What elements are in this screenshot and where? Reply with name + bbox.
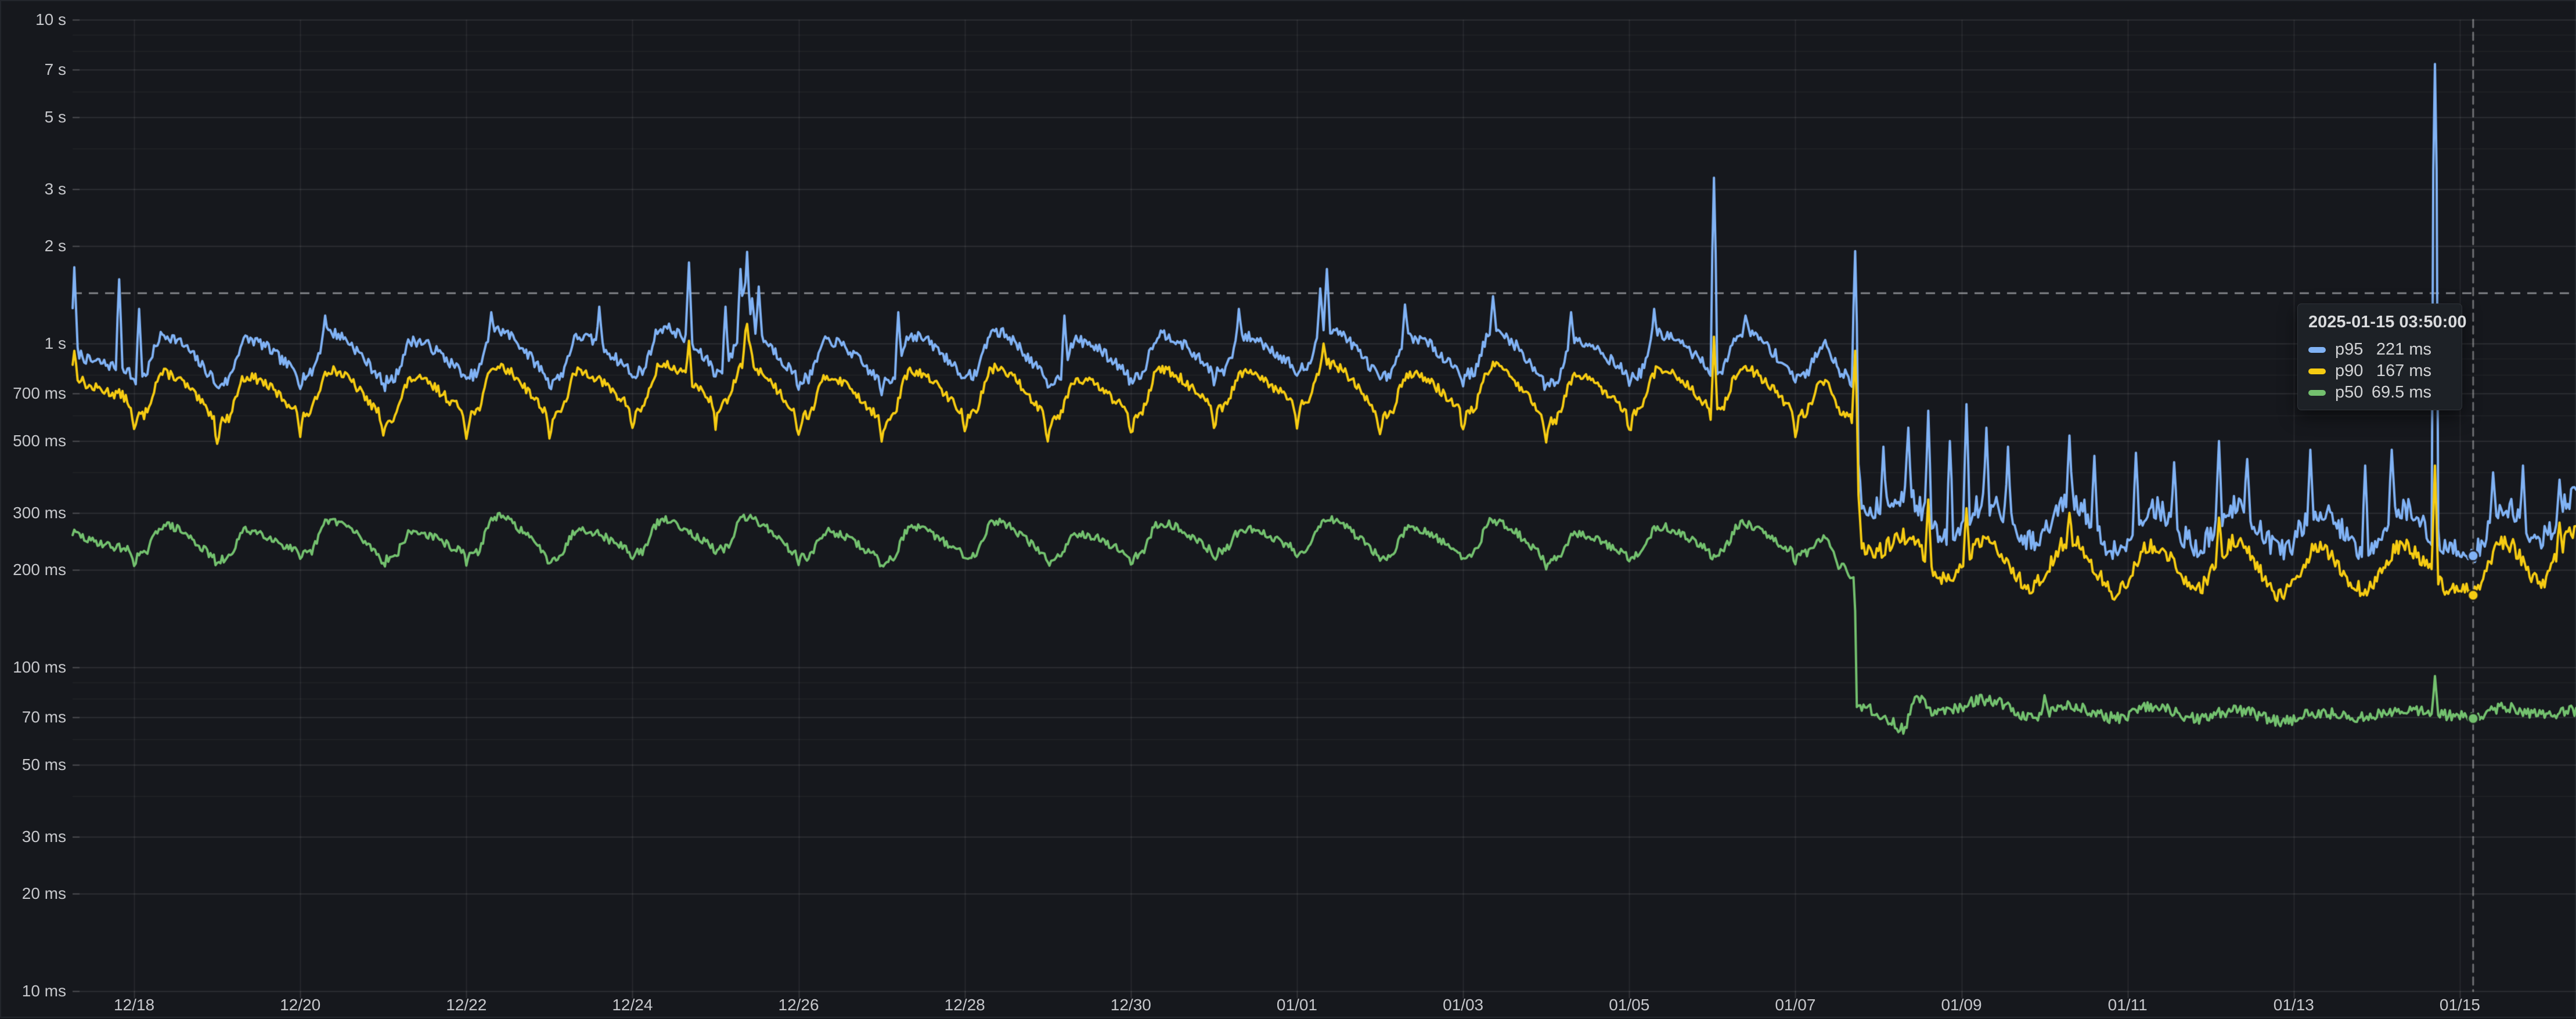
x-tick-label: 12/22 xyxy=(420,996,513,1014)
x-tick-label: 01/09 xyxy=(1915,996,2008,1014)
y-tick-label: 3 s xyxy=(1,180,66,198)
y-tick-label: 50 ms xyxy=(1,756,66,774)
timeseries-chart-canvas[interactable] xyxy=(1,1,2576,1019)
tooltip-row-p50: p50 69.5 ms xyxy=(2308,382,2451,403)
y-tick-label: 5 s xyxy=(1,109,66,126)
series-value: 221 ms xyxy=(2376,340,2431,359)
tooltip-row-p90: p90 167 ms xyxy=(2308,360,2451,382)
timeseries-panel: 10 s 7 s 5 s 3 s 2 s 1 s 700 ms 500 ms 300 ms 200… xyxy=(0,0,2576,1018)
series-value: 69.5 ms xyxy=(2372,383,2431,402)
p50-color-swatch xyxy=(2308,390,2326,396)
x-tick-label: 12/18 xyxy=(88,996,181,1014)
y-tick-label: 20 ms xyxy=(1,885,66,902)
x-tick-label: 12/24 xyxy=(586,996,679,1014)
y-tick-label: 30 ms xyxy=(1,828,66,845)
x-tick-label: 01/03 xyxy=(1417,996,1509,1014)
x-tick-label: 12/20 xyxy=(254,996,347,1014)
y-tick-label: 700 ms xyxy=(1,385,66,402)
x-tick-label: 12/28 xyxy=(918,996,1011,1014)
y-tick-label: 7 s xyxy=(1,61,66,78)
series-value: 167 ms xyxy=(2376,362,2431,381)
x-tick-label: 01/01 xyxy=(1251,996,1343,1014)
hover-tooltip: 2025-01-15 03:50:00 p95 221 ms p90 167 m… xyxy=(2297,303,2462,410)
series-name: p50 xyxy=(2335,383,2363,402)
y-tick-label: 10 s xyxy=(1,11,66,28)
x-tick-label: 01/15 xyxy=(2413,996,2506,1014)
latency-panel-page: { "ui": { "colors": { "background": "#16… xyxy=(0,0,2576,1018)
y-tick-label: 300 ms xyxy=(1,504,66,522)
x-tick-label: 01/13 xyxy=(2247,996,2340,1014)
x-tick-label: 01/05 xyxy=(1583,996,1676,1014)
x-tick-label: 01/11 xyxy=(2081,996,2174,1014)
y-tick-label: 500 ms xyxy=(1,432,66,450)
series-name: p90 xyxy=(2335,362,2363,381)
p95-color-swatch xyxy=(2308,347,2326,353)
y-tick-label: 100 ms xyxy=(1,659,66,676)
y-tick-label: 200 ms xyxy=(1,561,66,579)
x-tick-label: 01/07 xyxy=(1749,996,1842,1014)
x-tick-label: 12/30 xyxy=(1085,996,1177,1014)
y-tick-label: 10 ms xyxy=(1,982,66,1000)
tooltip-timestamp: 2025-01-15 03:50:00 xyxy=(2308,313,2451,332)
y-tick-label: 2 s xyxy=(1,237,66,255)
y-tick-label: 1 s xyxy=(1,335,66,352)
y-tick-label: 70 ms xyxy=(1,709,66,726)
tooltip-row-p95: p95 221 ms xyxy=(2308,339,2451,360)
x-tick-label: 12/26 xyxy=(752,996,845,1014)
p90-color-swatch xyxy=(2308,368,2326,374)
series-name: p95 xyxy=(2335,340,2363,359)
